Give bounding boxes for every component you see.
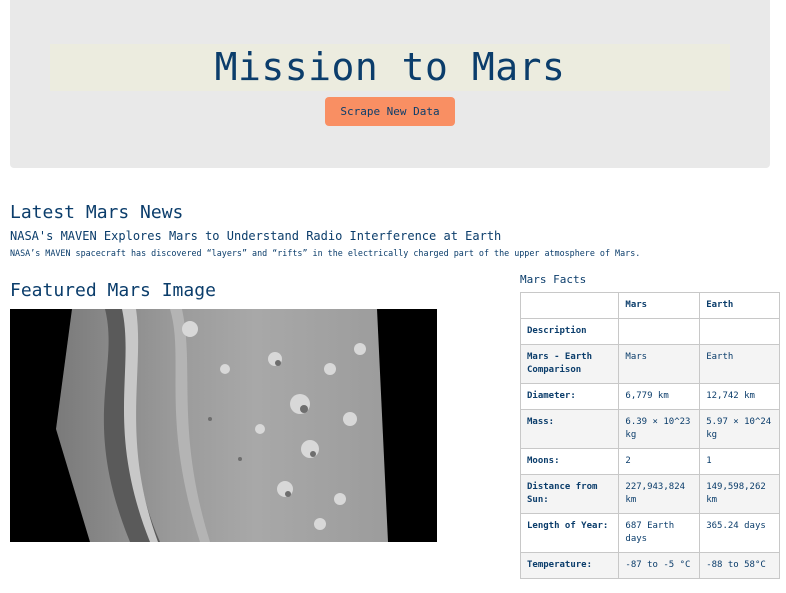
column-header [519,292,620,319]
table-row: Moons: 2 1 [519,448,780,475]
row-label: Diameter: [519,383,620,410]
scrape-new-data-button[interactable]: Scrape New Data [325,97,455,126]
row-label: Mass: [519,409,620,449]
earth-value: 12,742 km [699,383,780,410]
featured-mars-image [10,309,437,542]
table-row: Temperature: -87 to -5 °C -88 to 58°C [519,552,780,579]
mars-facts-table: Mars Earth Description Mars - Earth Comp… [519,292,780,579]
header-jumbotron: Mission to Mars Scrape New Data [10,0,770,168]
earth-value: 1 [699,448,780,475]
earth-value: 149,598,262 km [699,474,780,514]
row-label: Length of Year: [519,513,620,553]
earth-value [699,318,780,345]
row-label: Distance from Sun: [519,474,620,514]
page-title: Mission to Mars [214,45,566,89]
row-label: Moons: [519,448,620,475]
column-header-mars: Mars [618,292,701,319]
table-row: Description [519,318,780,345]
mars-facts-heading: Mars Facts [520,273,587,286]
row-label: Temperature: [519,552,620,579]
mars-value: Mars [618,344,701,384]
table-row: Mars - Earth Comparison Mars Earth [519,344,780,384]
row-label: Mars - Earth Comparison [519,344,620,384]
mars-value: -87 to -5 °C [618,552,701,579]
mars-value: 6.39 × 10^23 kg [618,409,701,449]
table-row: Mass: 6.39 × 10^23 kg 5.97 × 10^24 kg [519,409,780,449]
mars-value: 6,779 km [618,383,701,410]
table-row: Length of Year: 687 Earth days 365.24 da… [519,513,780,553]
earth-value: -88 to 58°C [699,552,780,579]
mars-value: 227,943,824 km [618,474,701,514]
news-teaser: NASA’s MAVEN spacecraft has discovered “… [10,248,641,258]
news-heading: Latest Mars News [10,202,184,223]
earth-value: 5.97 × 10^24 kg [699,409,780,449]
row-label: Description [519,318,620,345]
mars-value: 687 Earth days [618,513,701,553]
column-header-earth: Earth [699,292,780,319]
mars-surface-image [10,309,437,542]
mars-value [618,318,701,345]
mars-value: 2 [618,448,701,475]
featured-image-heading: Featured Mars Image [10,280,216,301]
earth-value: 365.24 days [699,513,780,553]
news-title: NASA's MAVEN Explores Mars to Understand… [10,229,502,243]
table-row: Diameter: 6,779 km 12,742 km [519,383,780,410]
table-header-row: Mars Earth [519,292,780,319]
earth-value: Earth [699,344,780,384]
table-row: Distance from Sun: 227,943,824 km 149,59… [519,474,780,514]
title-band: Mission to Mars [50,44,730,91]
